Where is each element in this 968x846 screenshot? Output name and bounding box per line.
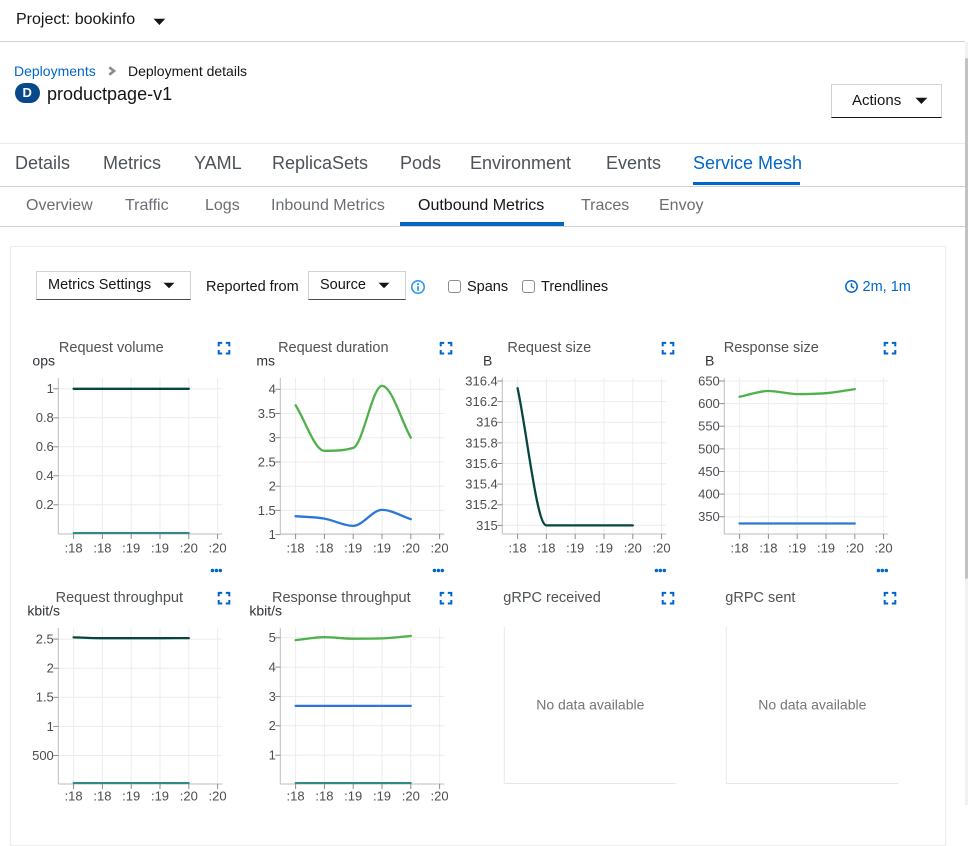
svg-text:2: 2 bbox=[47, 661, 54, 676]
svg-text:Request duration: Request duration bbox=[278, 340, 388, 356]
svg-text:1: 1 bbox=[47, 381, 54, 396]
svg-text::18: :18 bbox=[315, 789, 333, 804]
svg-text::20: :20 bbox=[209, 789, 227, 804]
svg-text:1.5: 1.5 bbox=[258, 503, 276, 518]
svg-text:2.5: 2.5 bbox=[36, 632, 54, 647]
svg-text:450: 450 bbox=[698, 464, 720, 479]
svg-text:gRPC sent: gRPC sent bbox=[725, 590, 795, 606]
svg-text:3: 3 bbox=[269, 689, 276, 704]
svg-text::20: :20 bbox=[875, 541, 893, 556]
svg-text:ms: ms bbox=[256, 353, 275, 369]
svg-text:400: 400 bbox=[698, 487, 720, 502]
svg-text::20: :20 bbox=[431, 789, 449, 804]
svg-text::20: :20 bbox=[402, 541, 420, 556]
svg-text:No data available: No data available bbox=[536, 697, 644, 713]
svg-text:kbit/s: kbit/s bbox=[249, 603, 282, 619]
svg-text::18: :18 bbox=[509, 541, 527, 556]
svg-text:1: 1 bbox=[47, 719, 54, 734]
svg-text:ops: ops bbox=[32, 353, 55, 369]
svg-text:2: 2 bbox=[269, 718, 276, 733]
svg-text:gRPC received: gRPC received bbox=[503, 590, 601, 606]
svg-text::18: :18 bbox=[537, 541, 555, 556]
svg-text::19: :19 bbox=[566, 541, 584, 556]
svg-text:0.6: 0.6 bbox=[36, 439, 54, 454]
svg-text::18: :18 bbox=[287, 789, 305, 804]
svg-text::18: :18 bbox=[287, 541, 305, 556]
svg-text:1: 1 bbox=[269, 527, 276, 542]
svg-text::20: :20 bbox=[180, 541, 198, 556]
svg-text::19: :19 bbox=[122, 789, 140, 804]
svg-text:Request size: Request size bbox=[507, 340, 591, 356]
svg-text::20: :20 bbox=[180, 789, 198, 804]
svg-text::18: :18 bbox=[759, 541, 777, 556]
svg-text:315.6: 315.6 bbox=[465, 456, 498, 471]
svg-text::20: :20 bbox=[846, 541, 864, 556]
svg-text:0.2: 0.2 bbox=[36, 497, 54, 512]
svg-text:316.2: 316.2 bbox=[465, 394, 498, 409]
svg-text:1.5: 1.5 bbox=[36, 690, 54, 705]
svg-text:Request throughput: Request throughput bbox=[56, 590, 183, 606]
svg-text:550: 550 bbox=[698, 419, 720, 434]
svg-text:316: 316 bbox=[476, 415, 498, 430]
svg-text:2: 2 bbox=[269, 479, 276, 494]
svg-text:5: 5 bbox=[269, 630, 276, 645]
svg-text:500: 500 bbox=[698, 441, 720, 456]
svg-text:315: 315 bbox=[476, 518, 498, 533]
svg-text:Response size: Response size bbox=[724, 340, 819, 356]
svg-text:Request volume: Request volume bbox=[59, 340, 164, 356]
svg-text::18: :18 bbox=[65, 541, 83, 556]
svg-text:4: 4 bbox=[269, 382, 276, 397]
svg-text:3.5: 3.5 bbox=[258, 406, 276, 421]
svg-text:0.4: 0.4 bbox=[36, 468, 54, 483]
svg-text:No data available: No data available bbox=[758, 697, 866, 713]
svg-text::19: :19 bbox=[373, 789, 391, 804]
svg-text::20: :20 bbox=[653, 541, 671, 556]
svg-text::18: :18 bbox=[315, 541, 333, 556]
svg-text::19: :19 bbox=[344, 541, 362, 556]
svg-text::19: :19 bbox=[122, 541, 140, 556]
svg-text::19: :19 bbox=[373, 541, 391, 556]
svg-text:500: 500 bbox=[32, 748, 54, 763]
svg-text::18: :18 bbox=[731, 541, 749, 556]
svg-text:2.5: 2.5 bbox=[258, 454, 276, 469]
svg-text:Response throughput: Response throughput bbox=[272, 590, 411, 606]
svg-text:315.2: 315.2 bbox=[465, 497, 498, 512]
svg-text::20: :20 bbox=[209, 541, 227, 556]
svg-text:3: 3 bbox=[269, 430, 276, 445]
svg-text:B: B bbox=[705, 353, 714, 369]
svg-text::18: :18 bbox=[93, 541, 111, 556]
svg-text:600: 600 bbox=[698, 396, 720, 411]
svg-text:316.4: 316.4 bbox=[465, 373, 498, 388]
svg-text::19: :19 bbox=[595, 541, 613, 556]
svg-text:315.8: 315.8 bbox=[465, 435, 498, 450]
svg-text::20: :20 bbox=[624, 541, 642, 556]
svg-text::19: :19 bbox=[817, 541, 835, 556]
svg-text:kbit/s: kbit/s bbox=[27, 603, 60, 619]
svg-text:1: 1 bbox=[269, 748, 276, 763]
svg-text:315.4: 315.4 bbox=[465, 477, 498, 492]
svg-text::20: :20 bbox=[431, 541, 449, 556]
svg-text::19: :19 bbox=[788, 541, 806, 556]
svg-text::19: :19 bbox=[344, 789, 362, 804]
svg-text:B: B bbox=[483, 353, 492, 369]
svg-text::18: :18 bbox=[65, 789, 83, 804]
svg-text:350: 350 bbox=[698, 509, 720, 524]
svg-text::18: :18 bbox=[93, 789, 111, 804]
svg-text:4: 4 bbox=[269, 660, 276, 675]
svg-text::19: :19 bbox=[151, 789, 169, 804]
svg-text:0.8: 0.8 bbox=[36, 410, 54, 425]
svg-text:650: 650 bbox=[698, 373, 720, 388]
svg-text::19: :19 bbox=[151, 541, 169, 556]
svg-text::20: :20 bbox=[402, 789, 420, 804]
